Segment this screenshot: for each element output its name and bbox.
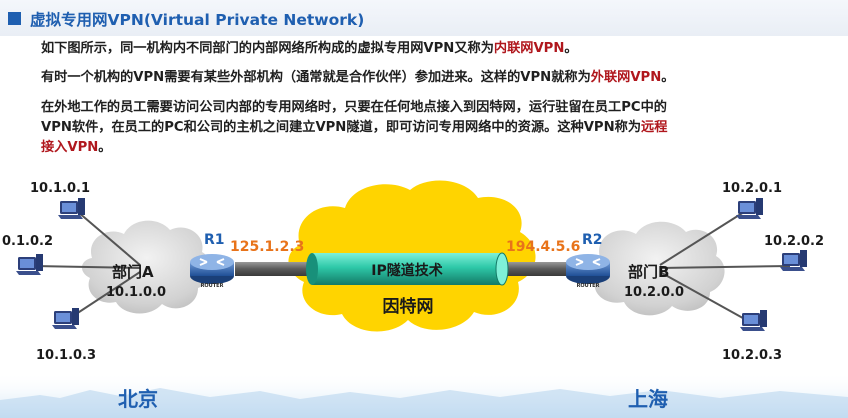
tunnel-end-right	[495, 252, 509, 286]
pc-icon	[736, 198, 763, 219]
host-ip-label: 0.1.0.2	[2, 234, 53, 249]
vpn-network-diagram: ROUTER ROUTER 10.1.0.1 0.1.0.2 10.1.0.3 …	[0, 180, 848, 418]
pc-icon	[52, 308, 79, 329]
city-shanghai: 上海	[628, 387, 668, 411]
router-r1-label: R1	[204, 232, 225, 248]
pc-icon	[58, 198, 85, 219]
tunnel-end-left	[306, 253, 318, 285]
r2-public-ip: 194.4.5.6	[506, 239, 580, 255]
r1-public-ip: 125.1.2.3	[230, 239, 304, 255]
router-r2-icon	[566, 254, 610, 284]
host-ip-label: 10.2.0.3	[722, 348, 782, 363]
dept-a-name: 部门A	[112, 263, 154, 281]
router-caption: ROUTER	[577, 283, 600, 289]
city-beijing: 北京	[118, 387, 158, 411]
router-r1-icon	[190, 254, 234, 284]
pc-icon	[16, 254, 43, 275]
tunnel-label: IP隧道技术	[371, 262, 442, 279]
dept-b-name: 部门B	[628, 263, 669, 281]
pc-icon	[780, 250, 807, 271]
dept-b-network: 10.2.0.0	[624, 285, 684, 300]
router-caption: ROUTER	[201, 283, 224, 289]
dept-a-network: 10.1.0.0	[106, 285, 166, 300]
host-ip-label: 10.2.0.1	[722, 181, 782, 196]
internet-label: 因特网	[383, 296, 434, 317]
left-link-pipe	[235, 262, 315, 276]
pc-icon	[740, 310, 767, 331]
host-ip-label: 10.2.0.2	[764, 234, 824, 249]
host-ip-label: 10.1.0.1	[30, 181, 90, 196]
router-r2-label: R2	[582, 232, 603, 248]
host-ip-label: 10.1.0.3	[36, 348, 96, 363]
